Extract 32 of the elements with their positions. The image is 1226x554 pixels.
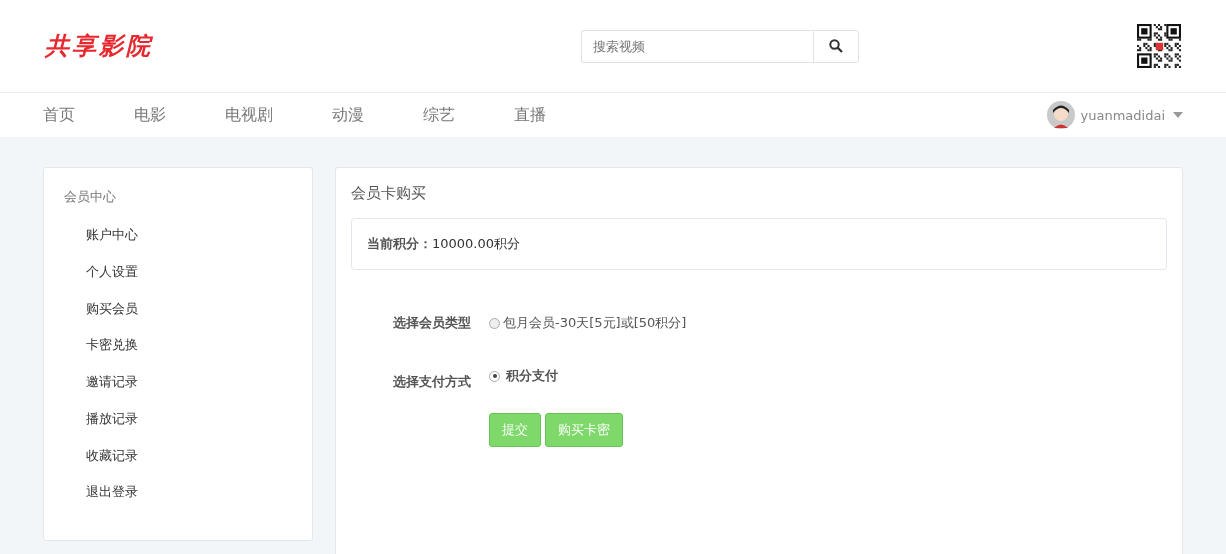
nav-link[interactable]: 综艺	[423, 104, 455, 126]
qr-code	[1137, 24, 1181, 68]
sidebar-item[interactable]: 退出登录	[64, 483, 292, 520]
sidebar-item[interactable]: 收藏记录	[64, 446, 292, 484]
nav-link[interactable]: 直播	[514, 104, 546, 126]
field-label: 选择支付方式	[392, 373, 471, 391]
points-label: 当前积分：	[367, 236, 432, 251]
option-label[interactable]: 包月会员-30天[5元]或[50积分]	[503, 314, 687, 332]
username[interactable]: yuanmadidai	[1080, 107, 1165, 123]
option-label[interactable]: 积分支付	[506, 367, 558, 385]
radio-button[interactable]	[489, 370, 500, 382]
search-icon	[829, 39, 843, 53]
sidebar-item[interactable]: 播放记录	[64, 409, 292, 447]
points-value: 10000.00积分	[432, 236, 521, 251]
sidebar-item[interactable]: 卡密兑换	[64, 336, 292, 373]
nav-link[interactable]: 电影	[134, 104, 166, 126]
caret-icon[interactable]	[1173, 112, 1183, 118]
field-label: 选择会员类型	[392, 314, 471, 332]
nav-link[interactable]: 动漫	[332, 104, 364, 126]
sidebar-item[interactable]: 账户中心	[64, 226, 292, 263]
nav-link[interactable]: 电视剧	[225, 104, 273, 126]
search-field[interactable]: 搜索视频	[581, 29, 813, 63]
sidebar-item[interactable]: 邀请记录	[64, 373, 292, 410]
search-button[interactable]	[813, 29, 859, 63]
nav-link[interactable]: 首页	[43, 104, 75, 126]
avatar-icon	[1046, 101, 1075, 129]
site-logo[interactable]: 共享影院	[45, 30, 153, 62]
sidebar-item[interactable]: 购买会员	[64, 299, 292, 337]
sidebar-item[interactable]: 个人设置	[64, 262, 292, 300]
radio-button[interactable]	[489, 317, 500, 329]
sidebar-title: 会员中心	[64, 188, 117, 206]
panel-title: 会员卡购买	[351, 184, 427, 203]
